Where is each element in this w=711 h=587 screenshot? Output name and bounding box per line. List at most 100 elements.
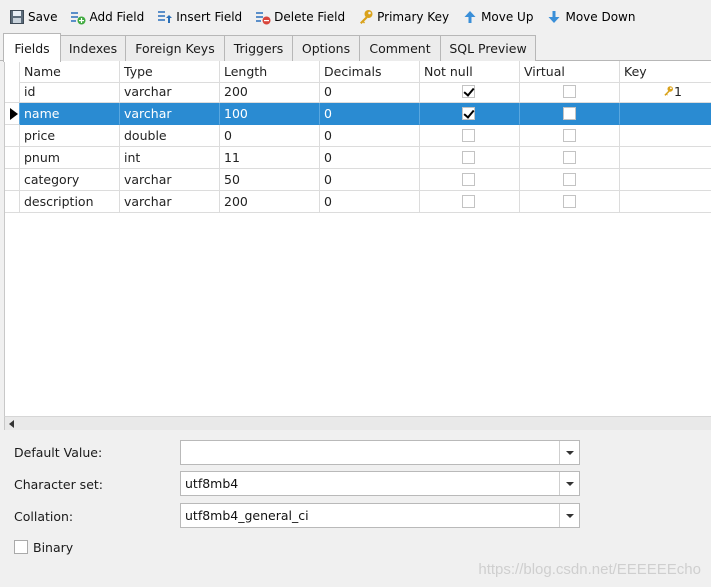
row-indicator-cell (5, 191, 20, 213)
tab-options[interactable]: Options (292, 35, 360, 61)
cell-virtual (520, 147, 620, 169)
cell-length[interactable]: 200 (220, 191, 320, 213)
not-null-checkbox[interactable] (462, 173, 475, 186)
cell-type[interactable]: varchar (120, 81, 220, 103)
cell-type[interactable]: varchar (120, 103, 220, 125)
table-row[interactable]: pnum int 11 0 (5, 147, 711, 169)
cell-name[interactable]: price (20, 125, 120, 147)
cell-decimals[interactable]: 0 (320, 191, 420, 213)
character-set-combo[interactable]: utf8mb4 (180, 471, 580, 496)
not-null-checkbox[interactable] (462, 151, 475, 164)
tab-sql-preview[interactable]: SQL Preview (440, 35, 536, 61)
cell-name[interactable]: category (20, 169, 120, 191)
default-value-combo[interactable] (180, 440, 580, 465)
table-row[interactable]: description varchar 200 0 (5, 191, 711, 213)
virtual-checkbox[interactable] (563, 107, 576, 120)
chevron-down-icon[interactable] (559, 441, 579, 464)
header-key[interactable]: Key (620, 61, 711, 83)
cell-decimals[interactable]: 0 (320, 125, 420, 147)
not-null-checkbox[interactable] (462, 107, 475, 120)
cell-length[interactable]: 0 (220, 125, 320, 147)
tab-bar: Fields Indexes Foreign Keys Triggers Opt… (0, 33, 711, 62)
cell-name[interactable]: id (20, 81, 120, 103)
header-length[interactable]: Length (220, 61, 320, 83)
current-row-pointer-icon (10, 108, 18, 120)
tab-triggers[interactable]: Triggers (224, 35, 293, 61)
toolbar: Save Add Field Insert Field Delete Field… (0, 0, 711, 33)
chevron-down-icon[interactable] (559, 472, 579, 495)
arrow-up-icon (462, 9, 478, 25)
cell-type[interactable]: varchar (120, 191, 220, 213)
tab-foreign-keys[interactable]: Foreign Keys (125, 35, 225, 61)
row-indicator-cell (5, 147, 20, 169)
cell-decimals[interactable]: 0 (320, 169, 420, 191)
cell-name[interactable]: description (20, 191, 120, 213)
cell-name[interactable]: pnum (20, 147, 120, 169)
cell-type[interactable]: int (120, 147, 220, 169)
virtual-checkbox[interactable] (563, 129, 576, 142)
collation-value: utf8mb4_general_ci (185, 508, 309, 523)
cell-length[interactable]: 50 (220, 169, 320, 191)
horizontal-scrollbar[interactable] (4, 416, 711, 430)
table-row[interactable]: category varchar 50 0 (5, 169, 711, 191)
cell-key[interactable] (620, 103, 711, 125)
virtual-checkbox[interactable] (563, 195, 576, 208)
header-type[interactable]: Type (120, 61, 220, 83)
cell-length[interactable]: 11 (220, 147, 320, 169)
cell-not-null (420, 191, 520, 213)
row-indicator-cell (5, 81, 20, 103)
cell-virtual (520, 191, 620, 213)
cell-key[interactable]: 1 (620, 81, 711, 103)
delete-field-button[interactable]: Delete Field (255, 6, 345, 28)
add-field-button[interactable]: Add Field (70, 6, 144, 28)
move-up-button[interactable]: Move Up (462, 6, 533, 28)
virtual-checkbox[interactable] (563, 151, 576, 164)
not-null-checkbox[interactable] (462, 85, 475, 98)
tab-indexes[interactable]: Indexes (60, 35, 126, 61)
insert-field-icon (157, 9, 173, 25)
not-null-checkbox[interactable] (462, 195, 475, 208)
collation-combo[interactable]: utf8mb4_general_ci (180, 503, 580, 528)
tab-comment[interactable]: Comment (359, 35, 441, 61)
virtual-checkbox[interactable] (563, 173, 576, 186)
cell-key[interactable] (620, 125, 711, 147)
cell-name[interactable]: name (20, 103, 120, 125)
cell-decimals[interactable]: 0 (320, 147, 420, 169)
header-virtual[interactable]: Virtual (520, 61, 620, 83)
character-set-label: Character set: (14, 477, 104, 492)
header-decimals[interactable]: Decimals (320, 61, 420, 83)
row-indicator-cell (5, 103, 20, 125)
chevron-down-icon[interactable] (559, 504, 579, 527)
insert-field-button[interactable]: Insert Field (157, 6, 242, 28)
header-not-null[interactable]: Not null (420, 61, 520, 83)
table-row[interactable]: name varchar 100 0 (5, 103, 711, 125)
cell-length[interactable]: 200 (220, 81, 320, 103)
collation-label: Collation: (14, 509, 74, 524)
primary-key-button[interactable]: Primary Key (358, 6, 449, 28)
cell-type[interactable]: varchar (120, 169, 220, 191)
virtual-checkbox[interactable] (563, 85, 576, 98)
cell-length[interactable]: 100 (220, 103, 320, 125)
cell-key[interactable] (620, 169, 711, 191)
move-down-button[interactable]: Move Down (546, 6, 635, 28)
cell-decimals[interactable]: 0 (320, 103, 420, 125)
header-name[interactable]: Name (20, 61, 120, 83)
cell-decimals[interactable]: 0 (320, 81, 420, 103)
add-field-icon (70, 9, 86, 25)
table-row[interactable]: id varchar 200 0 1 (5, 81, 711, 103)
tab-fields[interactable]: Fields (3, 33, 61, 62)
not-null-checkbox[interactable] (462, 129, 475, 142)
fields-grid[interactable]: Name Type Length Decimals Not null Virtu… (4, 61, 711, 416)
key-icon (358, 9, 374, 25)
grid-header: Name Type Length Decimals Not null Virtu… (5, 61, 711, 83)
cell-virtual (520, 103, 620, 125)
cell-type[interactable]: double (120, 125, 220, 147)
binary-checkbox[interactable] (14, 540, 28, 554)
cell-key[interactable] (620, 147, 711, 169)
save-button[interactable]: Save (9, 6, 57, 28)
cell-key[interactable] (620, 191, 711, 213)
key-order: 1 (674, 84, 682, 99)
scroll-left-icon[interactable] (9, 420, 14, 428)
table-row[interactable]: price double 0 0 (5, 125, 711, 147)
default-value-label: Default Value: (14, 445, 103, 460)
